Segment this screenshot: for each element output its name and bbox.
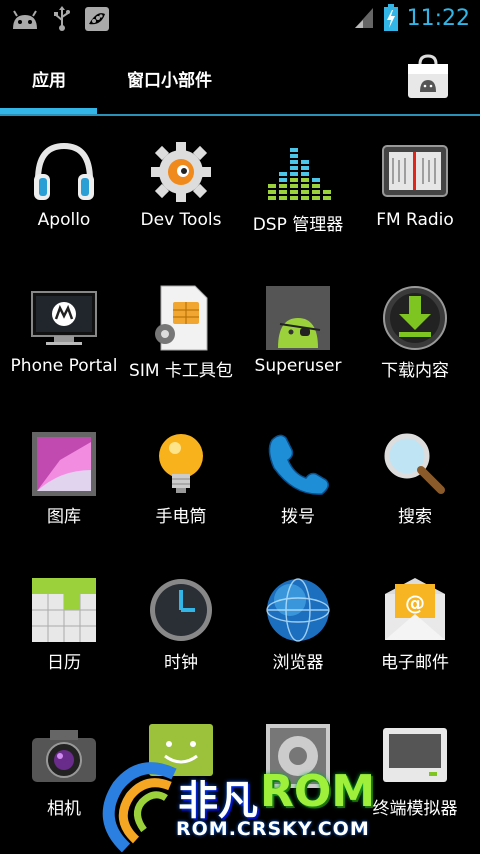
system-icons: 11:22	[353, 4, 470, 32]
radio-icon	[382, 145, 448, 197]
watermark-logo: 非凡 ROM ROM.CRSKY.COM	[96, 760, 386, 854]
usb-icon	[54, 6, 70, 31]
app-dev-tools[interactable]: Dev Tools	[121, 116, 241, 262]
terminal-icon	[383, 728, 447, 782]
app-label: SIM 卡工具包	[129, 361, 233, 381]
app-flashlight[interactable]: 手电筒	[121, 408, 241, 554]
app-apollo[interactable]: Apollo	[4, 116, 124, 262]
app-downloads[interactable]: 下载内容	[355, 262, 475, 408]
sim-card-icon	[155, 285, 208, 351]
app-fm-radio[interactable]: FM Radio	[355, 116, 475, 262]
app-label: 时钟	[164, 653, 198, 673]
app-dsp-manager[interactable]: DSP 管理器	[238, 116, 358, 262]
app-label: 拨号	[281, 507, 315, 527]
app-label: 手电筒	[155, 507, 207, 527]
app-label: Phone Portal	[10, 356, 118, 376]
app-label: Apollo	[37, 210, 91, 230]
equalizer-icon	[268, 148, 331, 200]
gallery-icon	[32, 432, 96, 496]
app-gallery[interactable]: 图库	[4, 408, 124, 554]
clock-time: 11:22	[406, 5, 470, 31]
monitor-icon	[31, 291, 97, 345]
calendar-icon	[32, 578, 96, 642]
app-label: 浏览器	[272, 653, 324, 673]
watermark-url: ROM.CRSKY.COM	[176, 818, 370, 840]
email-icon: @	[385, 578, 445, 640]
app-label: 搜索	[398, 507, 432, 527]
app-email[interactable]: @ 电子邮件	[355, 554, 475, 700]
battery-charging-icon	[383, 4, 398, 31]
watermark-title-en: ROM	[260, 766, 376, 817]
play-store-bag-icon[interactable]	[404, 52, 452, 100]
headphones-icon	[34, 142, 94, 200]
app-dialer[interactable]: 拨号	[238, 408, 358, 554]
notification-icons	[10, 6, 110, 32]
watermark-swirl-icon	[102, 762, 177, 853]
download-icon	[383, 286, 447, 350]
globe-icon	[266, 578, 330, 642]
app-label: Superuser	[254, 356, 342, 376]
app-browser[interactable]: 浏览器	[238, 554, 358, 700]
app-sim-toolkit[interactable]: SIM 卡工具包	[121, 262, 241, 408]
android-pirate-icon	[266, 286, 330, 350]
app-drawer-tabs: 应用 窗口小部件	[0, 38, 480, 116]
pea-pod-icon	[85, 7, 109, 31]
magnifier-icon	[384, 433, 445, 494]
app-clock[interactable]: 时钟	[121, 554, 241, 700]
tab-apps[interactable]: 应用	[32, 66, 66, 91]
app-calendar[interactable]: 日历	[4, 554, 124, 700]
app-label: 下载内容	[381, 361, 449, 381]
signal-icon	[354, 8, 373, 28]
app-label: 电子邮件	[381, 653, 449, 673]
lightbulb-icon	[159, 434, 203, 493]
tab-widgets[interactable]: 窗口小部件	[127, 66, 212, 91]
clock-icon	[150, 579, 212, 641]
svg-text:@: @	[405, 591, 425, 615]
phone-handset-icon	[268, 434, 329, 495]
app-label: 图库	[47, 507, 81, 527]
app-search[interactable]: 搜索	[355, 408, 475, 554]
app-label: 日历	[47, 653, 81, 673]
camera-icon	[32, 730, 96, 782]
app-label: Dev Tools	[140, 210, 222, 230]
android-icon	[13, 10, 37, 29]
app-phone-portal[interactable]: Phone Portal	[4, 262, 124, 408]
app-label: FM Radio	[376, 210, 454, 230]
app-superuser[interactable]: Superuser	[238, 262, 358, 408]
status-bar: 11:22	[0, 0, 480, 38]
gear-icon	[151, 142, 211, 202]
app-label: DSP 管理器	[252, 215, 344, 235]
